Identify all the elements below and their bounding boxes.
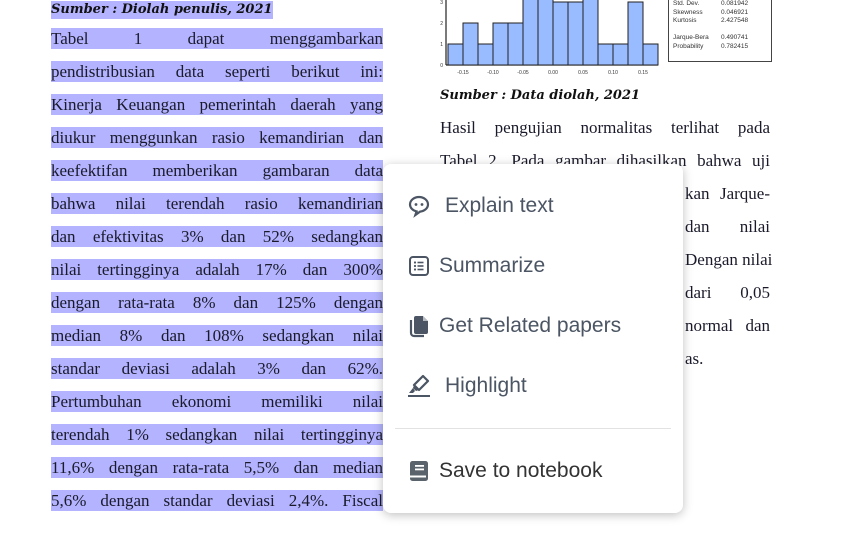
histogram-bar <box>627 1 644 66</box>
y-tick-label: 3 <box>440 0 443 6</box>
stat-value: 0.081942 <box>721 0 749 7</box>
histogram-bar <box>477 43 494 66</box>
histogram-bar <box>537 0 554 66</box>
stats-row <box>669 26 771 35</box>
documents-icon <box>405 312 433 340</box>
stat-value: 0.490741 <box>721 34 749 41</box>
body-text-line: Dengan nilai <box>685 250 773 269</box>
x-tick-label: 0.00 <box>548 70 558 76</box>
stat-label: Probability <box>673 42 704 50</box>
menu-item-get-related-papers[interactable]: Get Related papers <box>405 310 621 342</box>
histogram-bar <box>597 43 614 66</box>
histogram-bar <box>492 22 509 66</box>
stat-value: 0.046921 <box>721 8 749 16</box>
y-tick-label: 1 <box>440 42 443 48</box>
list-icon <box>405 252 433 280</box>
stats-box: Std. Dev. 0.081942 Skewness 0.046921 Kurtosi… <box>668 0 772 62</box>
stat-value: 2.427548 <box>721 17 749 24</box>
right-caption: Sumber : Data diolah, 2021 <box>440 88 641 103</box>
y-tick-label: 0 <box>440 63 443 69</box>
body-text-line: normal dan <box>685 316 770 335</box>
stat-value: 0.782415 <box>721 42 749 50</box>
selected-text-line[interactable]: pendistribusian data seperti berikut ini… <box>51 61 383 82</box>
selected-text-line[interactable]: nilai tertingginya adalah 17% dan 300% <box>51 259 383 280</box>
selected-text-line[interactable]: 11,6% dengan rata-rata 5,5% dan median <box>51 457 383 478</box>
highlighter-icon <box>405 372 433 400</box>
histogram-bar <box>462 22 479 66</box>
stat-label: Kurtosis <box>673 17 697 24</box>
body-text-line: dari 0,05 <box>685 283 770 302</box>
histogram-bar <box>642 43 659 66</box>
selected-text-line[interactable]: bahwa nilai terendah rasio kemandirian <box>51 193 383 214</box>
menu-divider <box>395 428 671 429</box>
stats-row: Kurtosis 2.427548 <box>669 17 771 26</box>
stats-row: Probability 0.782415 <box>669 43 771 52</box>
selected-text-line[interactable]: Kinerja Keuangan pemerintah daerah yang <box>51 94 383 115</box>
menu-item-label: Save to notebook <box>439 459 603 482</box>
context-menu: Explain text Summarize Get Related paper… <box>383 164 683 513</box>
y-tick-label: 2 <box>440 21 443 27</box>
body-text-line: dan nilai <box>685 217 770 236</box>
left-text-column: Sumber : Diolah penulis, 2021 Tabel 1 da… <box>51 0 383 511</box>
x-tick-label: -0.10 <box>487 70 499 76</box>
histogram-bar <box>447 43 464 66</box>
selected-text-line[interactable]: 5,6% dengan standar deviasi 2,4%. Fiscal <box>51 490 383 511</box>
histogram-chart: 0 1 2 3 -0.15 -0.10 -0.05 0.00 0.05 0.10 0.15 <box>440 0 659 76</box>
histogram-bar <box>522 0 539 66</box>
menu-item-explain-text[interactable]: Explain text <box>405 190 554 222</box>
body-text-line: as. <box>685 349 704 368</box>
histogram-bar <box>567 1 584 66</box>
menu-item-label: Explain text <box>445 194 554 217</box>
menu-item-label: Highlight <box>445 374 527 397</box>
selected-text-line[interactable]: keefektifan memberikan gambaran data <box>51 160 383 181</box>
x-tick-label: -0.05 <box>517 70 529 76</box>
histogram-bar <box>507 22 524 66</box>
menu-item-summarize[interactable]: Summarize <box>405 250 545 282</box>
stat-label <box>669 26 721 35</box>
selected-text-line[interactable]: dengan rata-rata 8% dan 125% dengan <box>51 292 383 313</box>
stat-label: Skewness <box>673 8 703 16</box>
menu-item-label: Summarize <box>439 254 546 277</box>
stats-row: Jarque-Bera 0.490741 <box>669 34 771 43</box>
histogram-bar <box>612 43 629 66</box>
menu-item-save-to-notebook[interactable]: Save to notebook <box>405 455 602 487</box>
x-tick-label: 0.15 <box>638 70 648 76</box>
histogram-bar <box>582 0 599 66</box>
notebook-icon <box>405 457 433 485</box>
body-text-line: kan Jarque- <box>685 184 770 203</box>
selected-text-line[interactable]: standar deviasi adalah 3% dan 62%. <box>51 358 383 379</box>
left-caption: Sumber : Diolah penulis, 2021 <box>51 1 273 19</box>
selected-text-line[interactable]: Tabel 1 dapat menggambarkan <box>51 28 383 49</box>
histogram-bar <box>552 1 569 66</box>
body-text-line: Hasil pengujian normalitas terlihat pada <box>440 118 770 137</box>
selected-text-line[interactable]: Pertumbuhan ekonomi memiliki nilai <box>51 391 383 412</box>
menu-item-label: Get Related papers <box>439 314 622 337</box>
stat-label: Jarque-Bera <box>673 34 709 41</box>
chat-bubble-icon <box>405 192 433 220</box>
menu-item-highlight[interactable]: Highlight <box>405 370 527 402</box>
x-tick-label: -0.15 <box>457 70 469 76</box>
stat-label: Std. Dev. <box>673 0 700 7</box>
selected-text-line[interactable]: diukur menggunkan rasio kemandirian dan <box>51 127 383 148</box>
stats-row: Std. Dev. 0.081942 <box>669 0 771 9</box>
selected-text-line[interactable]: dan efektivitas 3% dan 52% sedangkan <box>51 226 383 247</box>
x-tick-label: 0.10 <box>608 70 618 76</box>
selected-text-line[interactable]: terendah 1% sedangkan nilai tertingginya <box>51 424 383 445</box>
selected-text-line[interactable]: median 8% dan 108% sedangkan nilai <box>51 325 383 346</box>
stats-row: Skewness 0.046921 <box>669 9 771 18</box>
x-tick-label: 0.05 <box>578 70 588 76</box>
